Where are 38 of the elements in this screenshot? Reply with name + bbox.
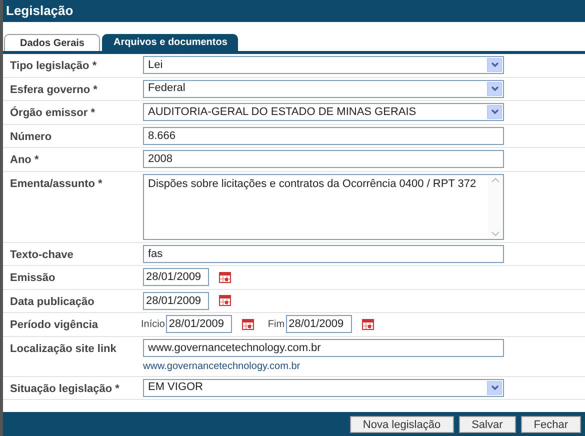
calendar-icon[interactable] <box>242 318 254 330</box>
date-field[interactable]: 28/01/2009 <box>143 268 209 286</box>
field-label: Esfera governo * <box>9 82 98 98</box>
calendar-icon[interactable] <box>362 318 374 330</box>
dropdown[interactable]: AUDITORIA-GERAL DO ESTADO DE MINAS GERAIS <box>143 103 504 121</box>
date-field[interactable]: 28/01/2009 <box>143 292 209 310</box>
field-label: Data publicação <box>9 294 96 310</box>
action-button[interactable]: Nova legislação <box>350 416 454 432</box>
field-label: Situação legislação * <box>9 382 120 396</box>
date-field[interactable]: 28/01/2009 <box>286 315 352 334</box>
site-link[interactable]: www.governancetechnology.com.br <box>143 358 504 374</box>
text-field[interactable]: fas <box>143 244 504 262</box>
action-button[interactable]: Salvar <box>458 416 516 432</box>
calendar-icon[interactable] <box>219 295 231 306</box>
field-label: Ementa/assunto * <box>9 176 104 192</box>
tab[interactable]: Arquivos e documentos <box>102 34 238 51</box>
calendar-icon[interactable] <box>219 272 231 283</box>
text-field[interactable]: 8.666 <box>143 126 504 144</box>
field-label: Número <box>9 130 53 144</box>
dropdown[interactable]: Federal <box>143 80 504 98</box>
dropdown[interactable]: EM VIGOR <box>143 378 504 396</box>
end-label: Fim <box>268 318 285 332</box>
text-field[interactable]: www.governancetechnology.com.br <box>143 338 504 356</box>
dropdown[interactable]: Lei <box>143 56 504 74</box>
field-label: Emissão <box>9 271 56 286</box>
field-label: Ano * <box>9 153 40 168</box>
action-button[interactable]: Fechar <box>520 416 581 432</box>
field-label: Período vigência <box>9 318 100 333</box>
field-label: Localização site link <box>9 342 118 356</box>
field-label: Órgão emissor * <box>9 105 96 121</box>
field-label: Tipo legislação * <box>9 59 98 74</box>
tab[interactable]: Dados Gerais <box>4 34 100 51</box>
field-label: Texto-chave <box>9 248 74 262</box>
window-title: Legislação <box>6 2 74 20</box>
start-label: Início <box>141 318 165 332</box>
text-area[interactable]: Dispões sobre licitações e contratos da Ocorrência 0400 / RPT 372 <box>143 174 504 240</box>
date-field[interactable]: 28/01/2009 <box>166 315 232 334</box>
text-field[interactable]: 2008 <box>143 150 504 168</box>
